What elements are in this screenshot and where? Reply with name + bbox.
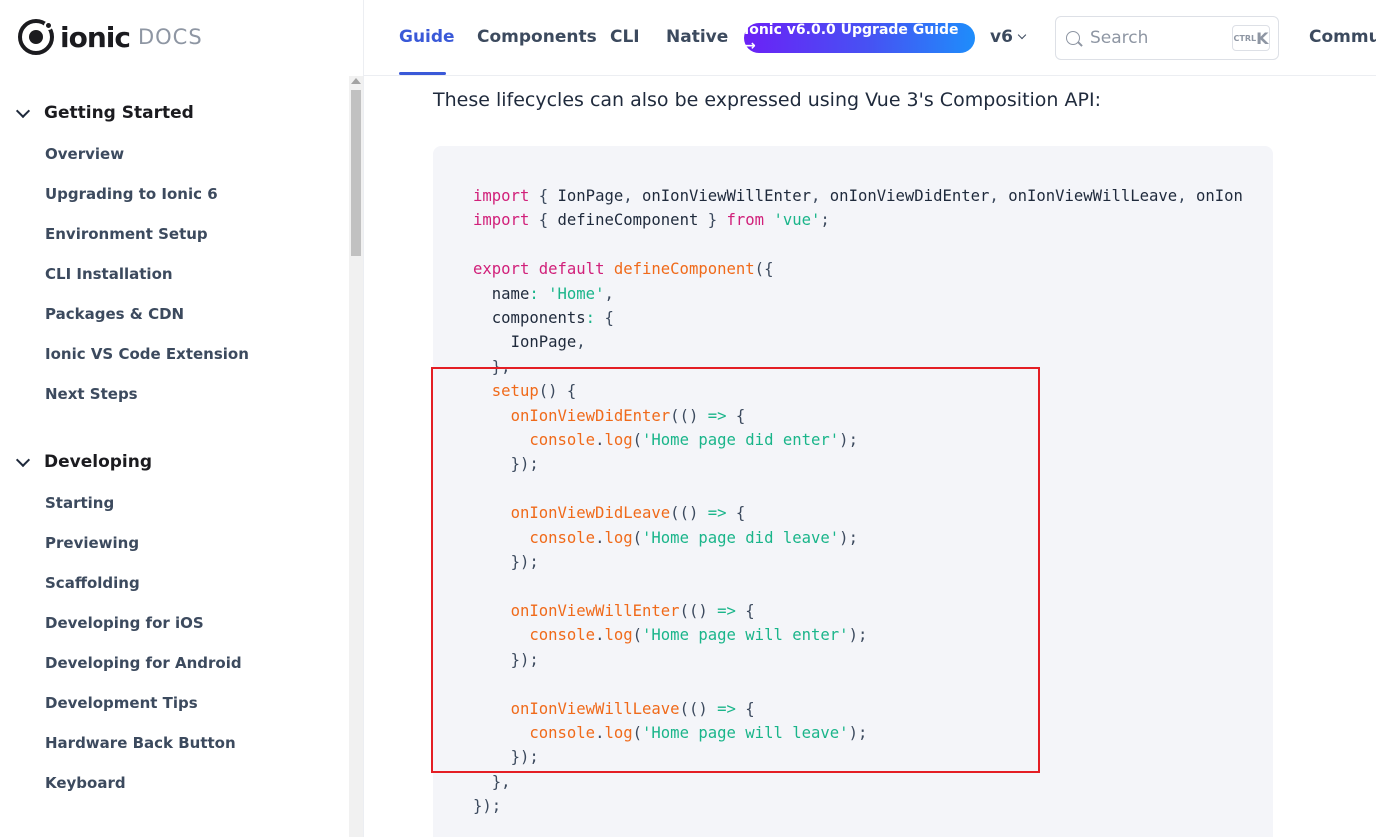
sidebar-item-cli-installation[interactable]: CLI Installation [45,265,173,283]
ionic-logo-icon [18,19,54,55]
code-line: console.log('Home page did leave'); [529,528,858,547]
sidebar-item-developing-android[interactable]: Developing for Android [45,654,242,672]
code-line: export default defineComponent({ [473,260,774,279]
sidebar-item-keyboard[interactable]: Keyboard [45,774,126,792]
code-line: }); [510,553,539,572]
brand-word: ionic [60,20,131,54]
sidebar-item-upgrading[interactable]: Upgrading to Ionic 6 [45,185,218,203]
chevron-down-icon [15,452,31,467]
search-box[interactable]: CTRL K [1055,16,1279,60]
shortcut-ctrl: CTRL [1233,33,1257,43]
code-line: import { defineComponent } from 'vue'; [473,211,830,230]
tab-native[interactable]: Native [666,27,728,47]
intro-paragraph: These lifecycles can also be expressed u… [433,89,1101,111]
upgrade-guide-button[interactable]: Ionic v6.0.0 Upgrade Guide → [744,22,975,54]
search-icon [1066,31,1080,45]
search-input[interactable] [1090,28,1210,48]
section-title: Developing [44,452,153,472]
code-block: import { IonPage, onIonViewWillEnter, on… [433,146,1273,837]
code-line: onIonViewDidLeave(() => { [510,504,746,523]
version-label: v6 [990,27,1013,47]
section-getting-started[interactable]: Getting Started [15,103,194,123]
code-line: }); [510,650,539,669]
sidebar-item-previewing[interactable]: Previewing [45,534,139,552]
code-line: onIonViewWillLeave(() => { [510,699,755,718]
code-line: }, [491,772,511,791]
sidebar-item-hardware-back-button[interactable]: Hardware Back Button [45,734,236,752]
sidebar: ionic DOCS Getting Started Overview Upgr… [0,0,364,837]
code-line: import { IonPage, onIonViewWillEnter, on… [473,187,1243,205]
code-line: console.log('Home page did enter'); [529,431,858,450]
scroll-up-arrow-icon[interactable] [351,78,361,84]
code-line: console.log('Home page will leave'); [529,723,868,742]
shortcut-key: K [1256,28,1269,48]
tab-guide[interactable]: Guide [399,27,455,47]
code-line: }); [510,455,539,474]
sidebar-scrollbar-thumb[interactable] [351,90,361,256]
community-link[interactable]: Community [1309,27,1376,47]
active-tab-indicator [399,72,446,75]
version-dropdown[interactable]: v6 [990,27,1027,47]
code-line: components: { [491,309,614,328]
code-line: name: 'Home', [491,284,614,303]
sidebar-item-overview[interactable]: Overview [45,145,124,163]
section-developing[interactable]: Developing [15,452,153,472]
code-line: IonPage, [510,333,586,352]
code-line: }); [473,797,502,816]
tab-cli[interactable]: CLI [610,27,640,47]
code-line: console.log('Home page will enter'); [529,626,868,645]
sidebar-item-packages-cdn[interactable]: Packages & CDN [45,305,184,323]
sidebar-item-next-steps[interactable]: Next Steps [45,385,138,403]
top-navbar: Guide Components CLI Native Ionic v6.0.0… [364,0,1376,76]
sidebar-item-scaffolding[interactable]: Scaffolding [45,574,140,592]
sidebar-item-environment-setup[interactable]: Environment Setup [45,225,208,243]
code-line: setup() { [491,382,577,401]
tab-components[interactable]: Components [477,27,597,47]
sidebar-item-vscode-extension[interactable]: Ionic VS Code Extension [45,345,249,363]
code-content: import { IonPage, onIonViewWillEnter, on… [473,184,1243,819]
chevron-down-icon [1017,30,1027,40]
brand-docs: DOCS [137,25,203,49]
sidebar-item-development-tips[interactable]: Development Tips [45,694,198,712]
code-line: onIonViewWillEnter(() => { [510,601,755,620]
chevron-down-icon [15,103,31,118]
keyboard-shortcut-badge: CTRL K [1232,25,1270,51]
sidebar-item-starting[interactable]: Starting [45,494,114,512]
sidebar-item-developing-ios[interactable]: Developing for iOS [45,614,204,632]
code-line: }, [491,357,511,376]
code-line: }); [510,748,539,767]
docs-page: ionic DOCS Getting Started Overview Upgr… [0,0,1376,837]
brand-logo[interactable]: ionic DOCS [18,18,203,56]
section-title: Getting Started [44,103,194,123]
code-line: onIonViewDidEnter(() => { [510,406,746,425]
